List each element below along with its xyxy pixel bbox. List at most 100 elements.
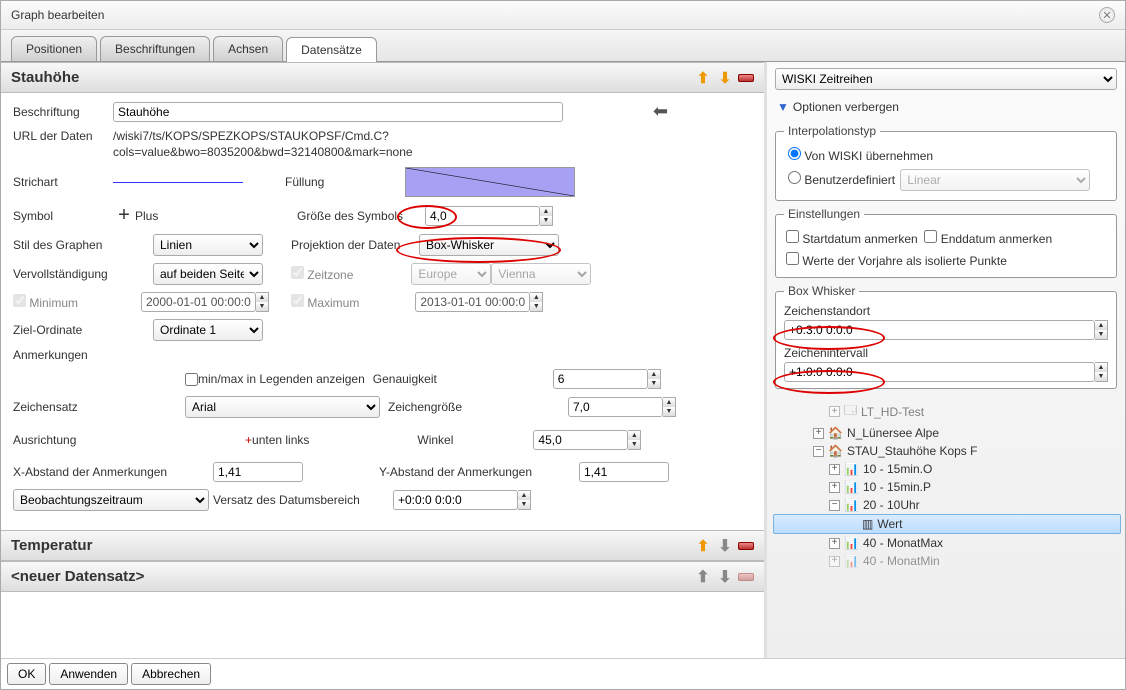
label-wiski: Von WISKI übernehmen (804, 149, 933, 163)
url-text: /wiski7/ts/KOPS/SPEZKOPS/STAUKOPSF/Cmd.C… (113, 129, 673, 160)
select-region: Europe (411, 263, 491, 285)
value-icon: ▥ (862, 517, 873, 531)
label-zeitzone: Zeitzone (307, 268, 353, 282)
label-url: URL der Daten (13, 129, 113, 143)
collapse-icon[interactable]: − (829, 500, 840, 511)
check-vorjahre[interactable] (786, 252, 799, 265)
input-genau[interactable] (553, 369, 648, 389)
options-toggle[interactable]: ▼ Optionen verbergen (767, 96, 1125, 118)
series-icon: 📊 (844, 498, 859, 512)
section-title-neu: <neuer Datensatz> (11, 568, 144, 585)
house-icon: 🏠 (828, 444, 843, 458)
radio-user[interactable] (788, 171, 801, 184)
select-stil[interactable]: Linien (153, 234, 263, 256)
label-ziel: Ziel-Ordinate (13, 323, 153, 337)
move-down-icon[interactable]: ⬇ (716, 569, 734, 585)
move-up-icon[interactable]: ⬆ (694, 538, 712, 554)
input-yabstand[interactable] (579, 462, 669, 482)
section-header-neu[interactable]: <neuer Datensatz> ⬆ ⬇ (1, 561, 764, 592)
tab-achsen[interactable]: Achsen (213, 36, 283, 61)
label-groesse: Größe des Symbols (297, 209, 425, 223)
select-projektion[interactable]: Box-Whisker (419, 234, 559, 256)
input-zeichenstandort[interactable] (784, 320, 1095, 340)
section-header-stauhoehe: Stauhöhe ⬆ ⬇ (1, 62, 764, 93)
tab-positionen[interactable]: Positionen (11, 36, 97, 61)
expand-icon[interactable]: + (813, 428, 824, 439)
label-beschriftung: Beschriftung (13, 105, 113, 119)
select-zeichensatz[interactable]: Arial (185, 396, 380, 418)
input-symbol-size[interactable] (425, 206, 540, 226)
label-zeichensatz: Zeichensatz (13, 400, 185, 414)
label-strichart: Strichart (13, 175, 113, 189)
select-vervoll[interactable]: auf beiden Seiten (153, 263, 263, 285)
expand-icon[interactable]: + (829, 406, 840, 417)
spinner-down-icon[interactable]: ▼ (540, 216, 552, 225)
select-source[interactable]: WISKI Zeitreihen (775, 68, 1117, 90)
label-anmerkungen: Anmerkungen (13, 348, 88, 362)
anwenden-button[interactable]: Anwenden (49, 663, 128, 685)
series-icon: 📊 (844, 480, 859, 494)
label-minimum: Minimum (29, 296, 78, 310)
label-yabstand: Y-Abstand der Anmerkungen (379, 465, 579, 479)
label-versatz: Versatz des Datumsbereich (213, 493, 393, 507)
ausrichtung-text[interactable]: unten links (252, 433, 309, 447)
select-ziel[interactable]: Ordinate 1 (153, 319, 263, 341)
input-winkel[interactable] (533, 430, 628, 450)
close-icon[interactable]: ✕ (1099, 7, 1115, 23)
triangle-down-icon: ▼ (777, 100, 789, 114)
timeseries-tree[interactable]: +🗔LT_HD-Test +🏠N_Lünersee Alpe −🏠STAU_St… (767, 395, 1125, 574)
move-up-icon[interactable]: ⬆ (694, 70, 712, 86)
select-beob[interactable]: Beobachtungszeitraum (13, 489, 209, 511)
section-header-temperatur[interactable]: Temperatur ⬆ ⬇ (1, 530, 764, 561)
series-icon: 📊 (844, 554, 859, 568)
label-genau: Genauigkeit (373, 372, 553, 386)
fill-style-sample[interactable] (405, 167, 575, 197)
check-minimum (13, 294, 26, 307)
input-zeichengroesse[interactable] (568, 397, 663, 417)
tab-datensaetze[interactable]: Datensätze (286, 37, 377, 62)
check-minmax[interactable] (185, 373, 198, 386)
expand-icon[interactable]: + (829, 538, 840, 549)
label-winkel: Winkel (417, 433, 533, 447)
line-style-sample[interactable] (113, 173, 243, 191)
input-zeichenintervall[interactable] (784, 362, 1095, 382)
spinner-up-icon[interactable]: ▲ (540, 207, 552, 216)
abbrechen-button[interactable]: Abbrechen (131, 663, 211, 685)
window-title: Graph bearbeiten (11, 8, 104, 22)
series-icon: 📊 (844, 536, 859, 550)
tab-beschriftungen[interactable]: Beschriftungen (100, 36, 210, 61)
label-zeichenstandort: Zeichenstandort (784, 304, 1108, 318)
expand-icon[interactable]: + (829, 556, 840, 567)
remove-icon (738, 573, 754, 581)
input-beschriftung[interactable] (113, 102, 563, 122)
label-zeichengroesse: Zeichengröße (388, 400, 568, 414)
move-down-icon[interactable]: ⬇ (716, 70, 734, 86)
label-ausrichtung: Ausrichtung (13, 433, 185, 447)
check-startdatum[interactable] (786, 230, 799, 243)
ok-button[interactable]: OK (7, 663, 46, 685)
check-enddatum[interactable] (924, 230, 937, 243)
collapse-icon[interactable]: − (813, 446, 824, 457)
input-xabstand[interactable] (213, 462, 303, 482)
expand-icon[interactable]: + (829, 464, 840, 475)
check-maximum (291, 294, 304, 307)
move-up-icon[interactable]: ⬆ (694, 569, 712, 585)
group-einstellungen: Einstellungen Startdatum anmerken Enddat… (775, 207, 1117, 278)
label-symbol: Symbol (13, 209, 113, 223)
label-zeichenintervall: Zeichenintervall (784, 346, 1108, 360)
remove-icon[interactable] (738, 74, 754, 82)
radio-wiski[interactable] (788, 147, 801, 160)
label-projektion: Projektion der Daten (291, 238, 419, 252)
expand-icon[interactable]: + (829, 482, 840, 493)
reset-icon[interactable]: ⬅ (653, 101, 668, 122)
group-interpolation: Interpolationstyp Von WISKI übernehmen B… (775, 124, 1117, 201)
input-versatz[interactable] (393, 490, 518, 510)
tree-item-selected[interactable]: ▥Wert (773, 514, 1121, 534)
label-fuellung: Füllung (285, 175, 405, 189)
label-vervoll: Vervollständigung (13, 267, 153, 281)
section-title: Stauhöhe (11, 69, 79, 86)
remove-icon[interactable] (738, 542, 754, 550)
input-maximum (415, 292, 530, 312)
input-minimum (141, 292, 256, 312)
move-down-icon[interactable]: ⬇ (716, 538, 734, 554)
